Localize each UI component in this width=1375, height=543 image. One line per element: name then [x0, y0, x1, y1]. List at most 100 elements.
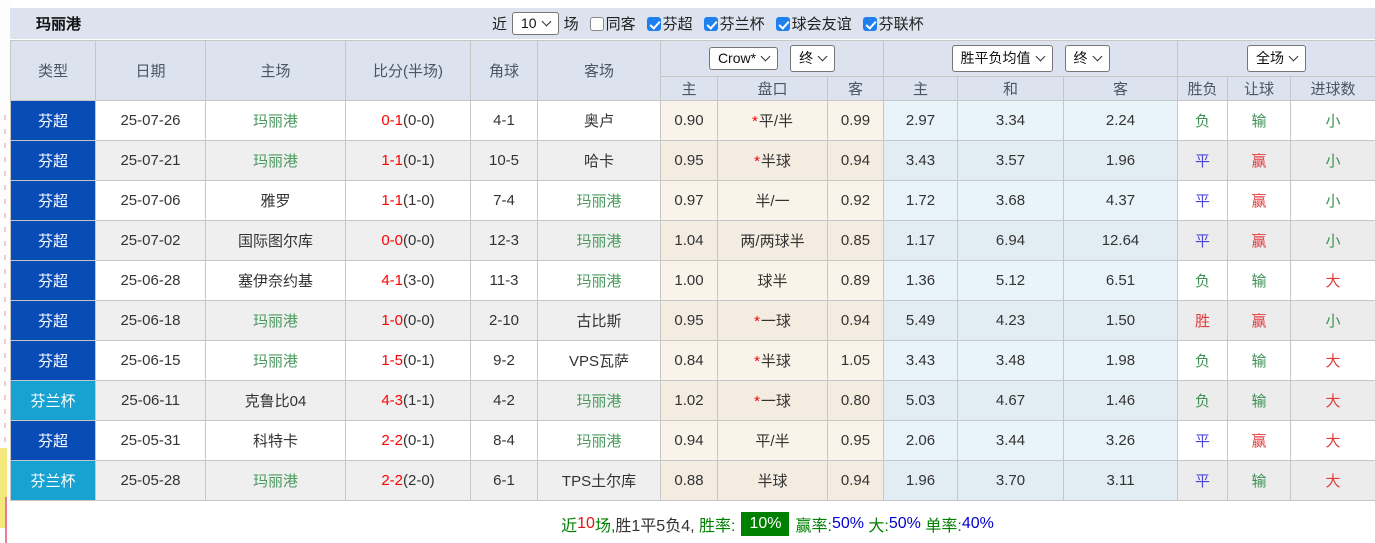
avg-draw-value: 4.23 — [995, 312, 1026, 329]
subcol-avg-away: 客 — [1063, 76, 1178, 101]
match-date-cell: 25-07-26 — [95, 100, 206, 141]
chevron-down-icon — [1035, 51, 1045, 61]
away-team-cell: VPS瓦萨 — [537, 340, 661, 381]
match-date: 25-05-28 — [120, 472, 181, 489]
avg-time-select[interactable]: 终 — [1064, 45, 1110, 72]
league-type-label: 芬超 — [37, 233, 68, 250]
match-date: 25-06-15 — [120, 352, 181, 369]
games-label: 场 — [563, 16, 579, 33]
chevron-down-icon — [760, 51, 771, 61]
league-checkbox-3[interactable] — [862, 16, 877, 31]
goals-result-text: 大 — [1325, 433, 1341, 450]
handicap-result-cell: 输 — [1227, 380, 1291, 421]
corners-value: 9-2 — [493, 352, 515, 369]
away-team-name: 玛丽港 — [576, 233, 622, 250]
avg-home-value: 1.17 — [905, 232, 936, 249]
goals-result-text: 大 — [1325, 273, 1341, 290]
avg-away-value: 4.37 — [1105, 192, 1136, 209]
corners-value: 2-10 — [488, 312, 520, 329]
avg-type-select[interactable]: 胜平负均值 — [951, 45, 1053, 72]
chevron-down-icon — [817, 51, 828, 61]
avg-away-value: 1.46 — [1105, 392, 1136, 409]
handicap-result-cell: 赢 — [1227, 140, 1291, 181]
handicap-result-cell: 输 — [1227, 100, 1291, 141]
avg-home-value: 1.96 — [905, 472, 936, 489]
league-type-label: 芬超 — [37, 273, 68, 290]
avg-home-cell: 5.49 — [883, 300, 958, 341]
match-date-cell: 25-06-15 — [95, 340, 206, 381]
home-odds-value: 0.95 — [674, 152, 704, 169]
corners-cell: 2-10 — [470, 300, 538, 341]
avg-time-value: 终 — [1073, 50, 1088, 66]
home-odds-value: 0.88 — [674, 472, 704, 489]
corners-cell: 6-1 — [470, 460, 538, 501]
avg-away-value: 6.51 — [1105, 272, 1136, 289]
league-checkbox-2[interactable] — [775, 16, 790, 31]
goals-result-cell: 大 — [1290, 380, 1375, 421]
avg-away-cell: 1.96 — [1063, 140, 1178, 181]
league-checkbox-1[interactable] — [703, 16, 718, 31]
avg-draw-value: 3.57 — [995, 152, 1026, 169]
result-scope-value: 全场 — [1256, 50, 1284, 66]
halftime-score: (1-1) — [403, 392, 435, 409]
home-team-name: 玛丽港 — [252, 153, 298, 170]
halftime-score: (0-0) — [403, 112, 435, 129]
league-label-2: 球会友谊 — [791, 16, 852, 33]
result-cell: 平 — [1177, 460, 1228, 501]
handicap-cell: 半球 — [717, 460, 828, 501]
home-odds-value: 0.84 — [674, 352, 704, 369]
fulltime-score: 1-5 — [381, 352, 403, 369]
subcol-avg-home: 主 — [883, 76, 958, 101]
fulltime-score: 4-3 — [381, 392, 403, 409]
odds-time-select[interactable]: 终 — [790, 45, 836, 72]
same-opponent-checkbox[interactable] — [589, 16, 604, 31]
away-team-name: TPS土尔库 — [561, 473, 637, 490]
avg-away-value: 1.50 — [1105, 312, 1136, 329]
avg-draw-cell: 4.23 — [957, 300, 1064, 341]
league-type-label: 芬兰杯 — [30, 393, 76, 410]
result-scope-select[interactable]: 全场 — [1247, 45, 1306, 72]
away-team-cell: TPS土尔库 — [537, 460, 661, 501]
league-type-label: 芬超 — [37, 153, 68, 170]
away-team-name: 玛丽港 — [576, 433, 622, 450]
league-type-label: 芬超 — [37, 433, 68, 450]
footer-segment: 单率: — [920, 518, 962, 535]
odds-company-select[interactable]: Crow* — [708, 47, 779, 70]
handicap-result-text: 输 — [1251, 393, 1267, 410]
league-type-cell: 芬兰杯 — [10, 460, 96, 501]
result-text: 平 — [1194, 433, 1210, 450]
avg-away-cell: 1.50 — [1063, 300, 1178, 341]
league-type-cell: 芬超 — [10, 300, 96, 341]
footer-segment: 50% — [831, 515, 864, 532]
corners-cell: 12-3 — [470, 220, 538, 261]
corners-value: 4-2 — [493, 392, 515, 409]
home-team-cell: 玛丽港 — [205, 300, 346, 341]
corners-value: 6-1 — [493, 472, 515, 489]
match-table: 类型 日期 主场 比分(半场) 角球 客场 Crow* 终 胜平负均值 终 全场… — [10, 40, 1375, 501]
away-odds-value: 0.99 — [840, 112, 871, 129]
fulltime-score: 4-1 — [381, 272, 403, 289]
subcol-goals: 进球数 — [1290, 76, 1375, 101]
avg-away-value: 3.11 — [1106, 472, 1135, 489]
match-date: 25-07-02 — [120, 232, 181, 249]
away-odds-cell: 0.95 — [827, 420, 884, 461]
recent-count-select[interactable]: 10 — [512, 12, 559, 35]
goals-result-text: 小 — [1325, 233, 1341, 250]
league-label-3: 芬联杯 — [878, 16, 924, 33]
league-checkbox-0[interactable] — [646, 16, 661, 31]
avg-away-cell: 3.26 — [1063, 420, 1178, 461]
match-date-cell: 25-07-06 — [95, 180, 206, 221]
home-team-name: 国际图尔库 — [237, 233, 313, 250]
home-team-name: 玛丽港 — [252, 313, 298, 330]
goals-result-cell: 大 — [1290, 460, 1375, 501]
halftime-score: (0-1) — [403, 352, 435, 369]
away-odds-value: 0.94 — [840, 152, 871, 169]
home-odds-value: 0.97 — [674, 192, 704, 209]
avg-draw-value: 3.70 — [995, 472, 1026, 489]
avg-draw-cell: 5.12 — [957, 260, 1064, 301]
home-team-cell: 塞伊奈约基 — [205, 260, 346, 301]
away-team-cell: 古比斯 — [537, 300, 661, 341]
home-odds-cell: 0.95 — [660, 140, 718, 181]
match-date: 25-05-31 — [120, 432, 181, 449]
match-date: 25-06-11 — [121, 392, 180, 409]
